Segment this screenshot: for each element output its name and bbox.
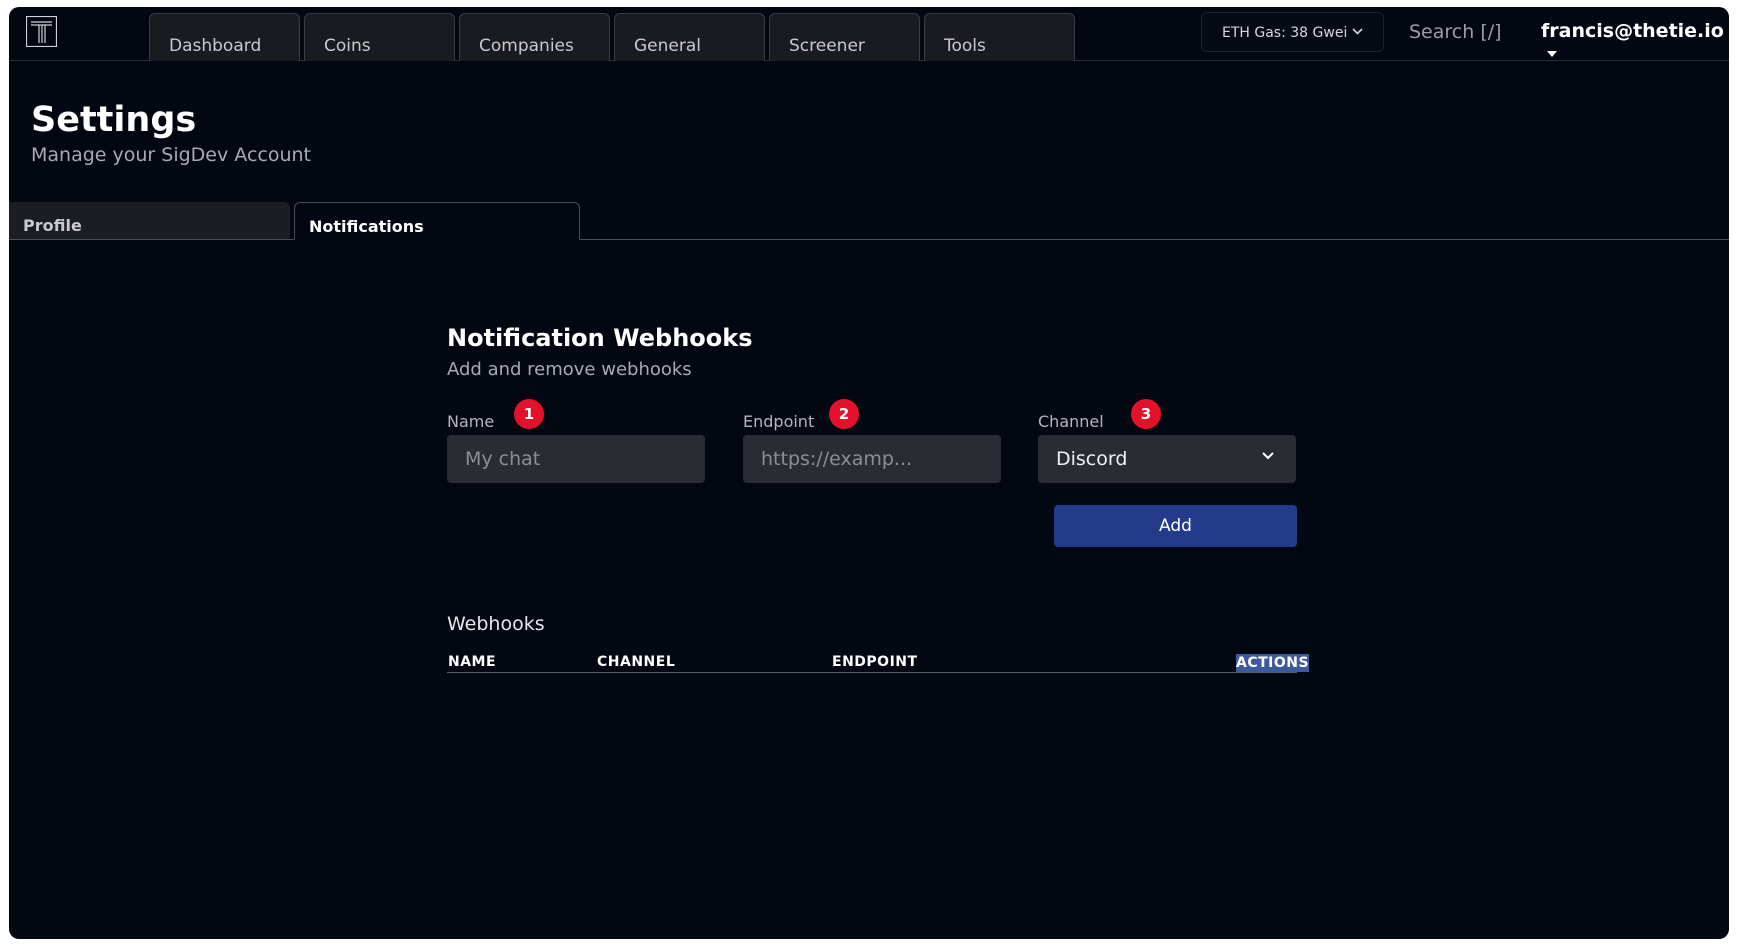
- search-trigger[interactable]: Search [/]: [1409, 21, 1502, 43]
- channel-value: Discord: [1056, 448, 1128, 470]
- endpoint-label: Endpoint: [743, 412, 815, 431]
- user-menu[interactable]: francis@thetie.io: [1541, 20, 1729, 64]
- endpoint-input[interactable]: [743, 435, 1001, 483]
- name-label: Name: [447, 412, 495, 431]
- nav-tab-screener[interactable]: Screener: [769, 13, 920, 61]
- name-input[interactable]: [447, 435, 705, 483]
- column-header-actions: ACTIONS: [1236, 654, 1310, 672]
- page-subtitle: Manage your SigDev Account: [31, 144, 311, 166]
- webhooks-label: Webhooks: [447, 613, 545, 635]
- tabs-divider: [9, 239, 1729, 240]
- nav-tab-companies[interactable]: Companies: [459, 13, 610, 61]
- chevron-down-icon: [1352, 28, 1363, 35]
- tab-notifications[interactable]: Notifications: [294, 202, 580, 240]
- nav-tab-coins[interactable]: Coins: [304, 13, 455, 61]
- user-email: francis@thetie.io: [1541, 20, 1724, 42]
- table-header-divider: [447, 672, 1297, 673]
- nav-tab-general[interactable]: General: [614, 13, 765, 61]
- nav-tab-dashboard[interactable]: Dashboard: [149, 13, 300, 61]
- page-title: Settings: [31, 100, 197, 140]
- app-logo-icon[interactable]: [26, 16, 57, 47]
- eth-gas-label: ETH Gas: 38 Gwei: [1222, 25, 1348, 41]
- channel-select[interactable]: Discord: [1038, 435, 1296, 483]
- eth-gas-dropdown[interactable]: ETH Gas: 38 Gwei: [1201, 12, 1384, 52]
- step-badge-1: 1: [514, 399, 544, 429]
- channel-label: Channel: [1038, 412, 1104, 431]
- app-window: Dashboard Coins Companies General Screen…: [9, 7, 1729, 939]
- tab-profile[interactable]: Profile: [9, 202, 290, 240]
- step-badge-2: 2: [829, 399, 859, 429]
- add-button[interactable]: Add: [1054, 505, 1297, 547]
- column-header-name: NAME: [448, 654, 497, 670]
- caret-down-icon: [1547, 50, 1557, 57]
- top-nav: Dashboard Coins Companies General Screen…: [9, 7, 1729, 61]
- column-header-channel: CHANNEL: [597, 654, 676, 670]
- section-subtitle: Add and remove webhooks: [447, 359, 692, 380]
- step-badge-3: 3: [1131, 399, 1161, 429]
- chevron-down-icon: [1262, 452, 1274, 460]
- section-title: Notification Webhooks: [447, 324, 753, 352]
- column-header-endpoint: ENDPOINT: [832, 654, 918, 670]
- nav-tab-tools[interactable]: Tools: [924, 13, 1075, 61]
